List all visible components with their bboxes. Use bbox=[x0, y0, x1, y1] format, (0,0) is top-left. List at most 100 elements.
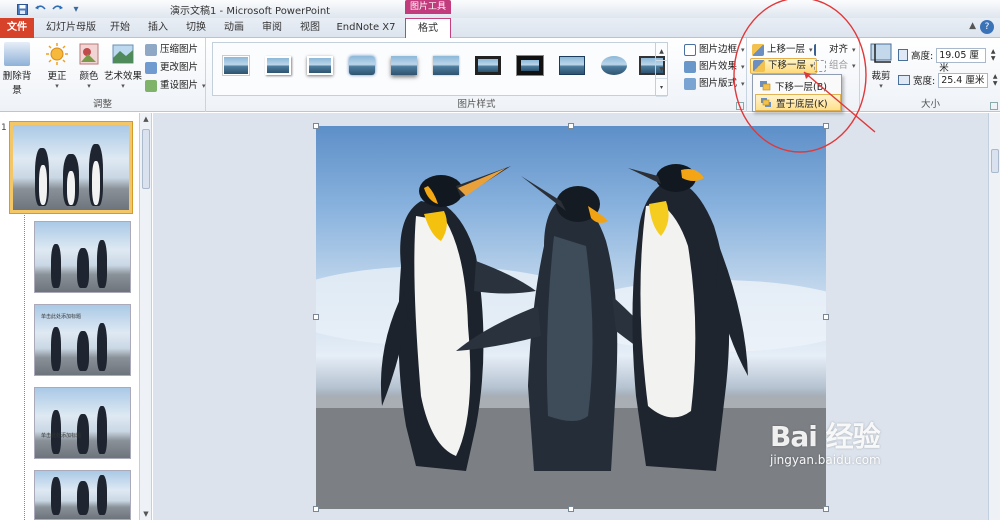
baidu-jingyan-watermark: Bai 经验 jingyan.baidu.com bbox=[770, 415, 881, 467]
customize-qat-icon[interactable]: ▾ bbox=[68, 2, 84, 16]
resize-handle-w[interactable] bbox=[313, 314, 319, 320]
tab-file[interactable]: 文件 bbox=[0, 18, 34, 38]
height-spinner[interactable]: ▲ ▼ bbox=[989, 48, 997, 63]
remove-background-icon bbox=[4, 42, 30, 66]
gallery-more-icon[interactable]: ▾ bbox=[656, 79, 667, 97]
artistic-effects-button[interactable]: 艺术效果 ▾ bbox=[104, 42, 142, 90]
group-objects-button[interactable]: 组合 ▾ bbox=[814, 58, 856, 74]
picture-tools-context-label: 图片工具 bbox=[405, 0, 451, 14]
send-backward-menu: 下移一层(B) 置于底层(K) bbox=[752, 74, 842, 112]
picture-style-10[interactable] bbox=[595, 51, 633, 81]
picture-styles-gallery: ▲ ▼ ▾ bbox=[212, 42, 668, 97]
width-spinner[interactable]: ▲ ▼ bbox=[991, 73, 999, 88]
ribbon-tab-row: 文件 幻灯片母版 开始 插入 切换 动画 审阅 视图 EndNote X7 格式… bbox=[0, 18, 1000, 39]
picture-style-9[interactable] bbox=[553, 51, 591, 81]
send-to-back-icon bbox=[760, 97, 772, 108]
slide-thumb-master[interactable] bbox=[10, 122, 132, 213]
tab-review[interactable]: 审阅 bbox=[256, 18, 288, 38]
picture-style-1[interactable] bbox=[217, 51, 255, 81]
tab-home[interactable]: 开始 bbox=[104, 18, 136, 38]
gallery-scroll[interactable]: ▲ ▼ ▾ bbox=[655, 43, 667, 97]
crop-button[interactable]: 裁剪 ▾ bbox=[864, 42, 898, 90]
minimize-ribbon-icon[interactable]: ▲ bbox=[969, 21, 976, 31]
title-bar: ▾ 演示文稿1 - Microsoft PowerPoint bbox=[0, 0, 1000, 18]
sun-icon bbox=[44, 42, 70, 66]
picture-border-button[interactable]: 图片边框 ▾ bbox=[684, 42, 745, 58]
slide-thumbnail-image bbox=[13, 125, 129, 210]
remove-background-button[interactable]: 删除背景 bbox=[0, 42, 34, 96]
tab-insert[interactable]: 插入 bbox=[142, 18, 174, 38]
picture-effects-icon bbox=[684, 61, 696, 73]
menu-item-send-to-back[interactable]: 置于底层(K) bbox=[755, 94, 841, 111]
picture-style-7[interactable] bbox=[469, 51, 507, 81]
bring-forward-button[interactable]: 上移一层 ▾ bbox=[752, 42, 813, 58]
resize-handle-n[interactable] bbox=[568, 123, 574, 129]
align-button[interactable]: 对齐 ▾ bbox=[814, 42, 856, 58]
picture-layout-icon bbox=[684, 78, 696, 90]
picture-style-4[interactable] bbox=[343, 51, 381, 81]
size-dialog-launcher-icon[interactable] bbox=[990, 102, 998, 110]
tab-format[interactable]: 格式 bbox=[405, 18, 451, 39]
color-palette-icon bbox=[76, 42, 102, 66]
layout-tree-line bbox=[24, 215, 25, 520]
resize-handle-ne[interactable] bbox=[823, 123, 829, 129]
scroll-down-icon[interactable]: ▼ bbox=[140, 508, 152, 520]
reset-picture-button[interactable]: 重设图片 ▾ bbox=[145, 78, 206, 94]
corrections-button[interactable]: 更正 ▾ bbox=[40, 42, 74, 90]
gallery-down-icon[interactable]: ▼ bbox=[656, 61, 667, 79]
scroll-up-icon[interactable]: ▲ bbox=[140, 113, 152, 125]
layout-thumb-2[interactable]: 单击此处添加标题 bbox=[34, 304, 131, 376]
slide-number: 1 bbox=[1, 123, 7, 133]
slide-scrollbar[interactable] bbox=[988, 113, 1000, 520]
height-field: 高度: 19.05 厘米 ▲ ▼ bbox=[898, 47, 997, 74]
group-label-size: 大小 bbox=[920, 99, 940, 110]
color-button[interactable]: 颜色 ▾ bbox=[72, 42, 106, 90]
redo-icon[interactable] bbox=[50, 2, 66, 16]
slide-thumbnail-panel: 1 单击此处添加标题 单击此处添加标题 bbox=[0, 113, 140, 520]
thumbnail-scrollbar[interactable]: ▲ ▼ bbox=[140, 113, 152, 520]
dialog-launcher-icon[interactable] bbox=[736, 102, 744, 110]
tab-view[interactable]: 视图 bbox=[294, 18, 326, 38]
help-icon[interactable]: ? bbox=[980, 20, 994, 34]
width-icon bbox=[898, 75, 910, 85]
artistic-effects-icon bbox=[110, 42, 136, 66]
gallery-up-icon[interactable]: ▲ bbox=[656, 43, 667, 61]
chevron-down-icon[interactable]: ▾ bbox=[810, 58, 814, 74]
compress-pictures-button[interactable]: 压缩图片 bbox=[145, 42, 198, 58]
width-input[interactable]: 25.4 厘米 bbox=[938, 72, 989, 88]
picture-style-6[interactable] bbox=[427, 51, 465, 81]
picture-style-8[interactable] bbox=[511, 51, 549, 81]
tab-animations[interactable]: 动画 bbox=[218, 18, 250, 38]
send-backward-icon bbox=[759, 80, 771, 91]
group-label-adjust: 调整 bbox=[92, 99, 112, 110]
save-icon[interactable] bbox=[14, 2, 30, 16]
resize-handle-sw[interactable] bbox=[313, 506, 319, 512]
picture-style-3[interactable] bbox=[301, 51, 339, 81]
picture-layout-button[interactable]: 图片版式 ▾ bbox=[684, 76, 745, 92]
penguin-picture[interactable] bbox=[316, 126, 826, 509]
quick-access-toolbar: ▾ bbox=[0, 0, 84, 18]
tab-endnote[interactable]: EndNote X7 bbox=[334, 18, 398, 38]
picture-style-2[interactable] bbox=[259, 51, 297, 81]
group-label-picture-styles: 图片样式 bbox=[457, 99, 496, 110]
undo-icon[interactable] bbox=[32, 2, 48, 16]
slide-scroll-thumb[interactable] bbox=[991, 149, 999, 173]
picture-effects-button[interactable]: 图片效果 ▾ bbox=[684, 59, 745, 75]
menu-item-send-backward[interactable]: 下移一层(B) bbox=[755, 77, 841, 94]
tab-slide-master[interactable]: 幻灯片母版 bbox=[40, 18, 102, 38]
send-backward-button[interactable]: 下移一层 ▾ bbox=[750, 58, 817, 74]
resize-handle-e[interactable] bbox=[823, 314, 829, 320]
change-picture-button[interactable]: 更改图片 bbox=[145, 60, 198, 76]
layout-thumb-4[interactable] bbox=[34, 470, 131, 520]
scroll-thumb[interactable] bbox=[142, 129, 150, 189]
picture-style-5[interactable] bbox=[385, 51, 423, 81]
tab-transitions[interactable]: 切换 bbox=[180, 18, 212, 38]
layout-thumb-1[interactable] bbox=[34, 221, 131, 293]
resize-handle-nw[interactable] bbox=[313, 123, 319, 129]
layout-thumb-3[interactable]: 单击此处添加标题 bbox=[34, 387, 131, 459]
resize-handle-se[interactable] bbox=[823, 506, 829, 512]
height-input[interactable]: 19.05 厘米 bbox=[936, 47, 987, 74]
resize-handle-s[interactable] bbox=[568, 506, 574, 512]
crop-icon bbox=[868, 42, 894, 66]
watermark-url: jingyan.baidu.com bbox=[770, 453, 881, 467]
